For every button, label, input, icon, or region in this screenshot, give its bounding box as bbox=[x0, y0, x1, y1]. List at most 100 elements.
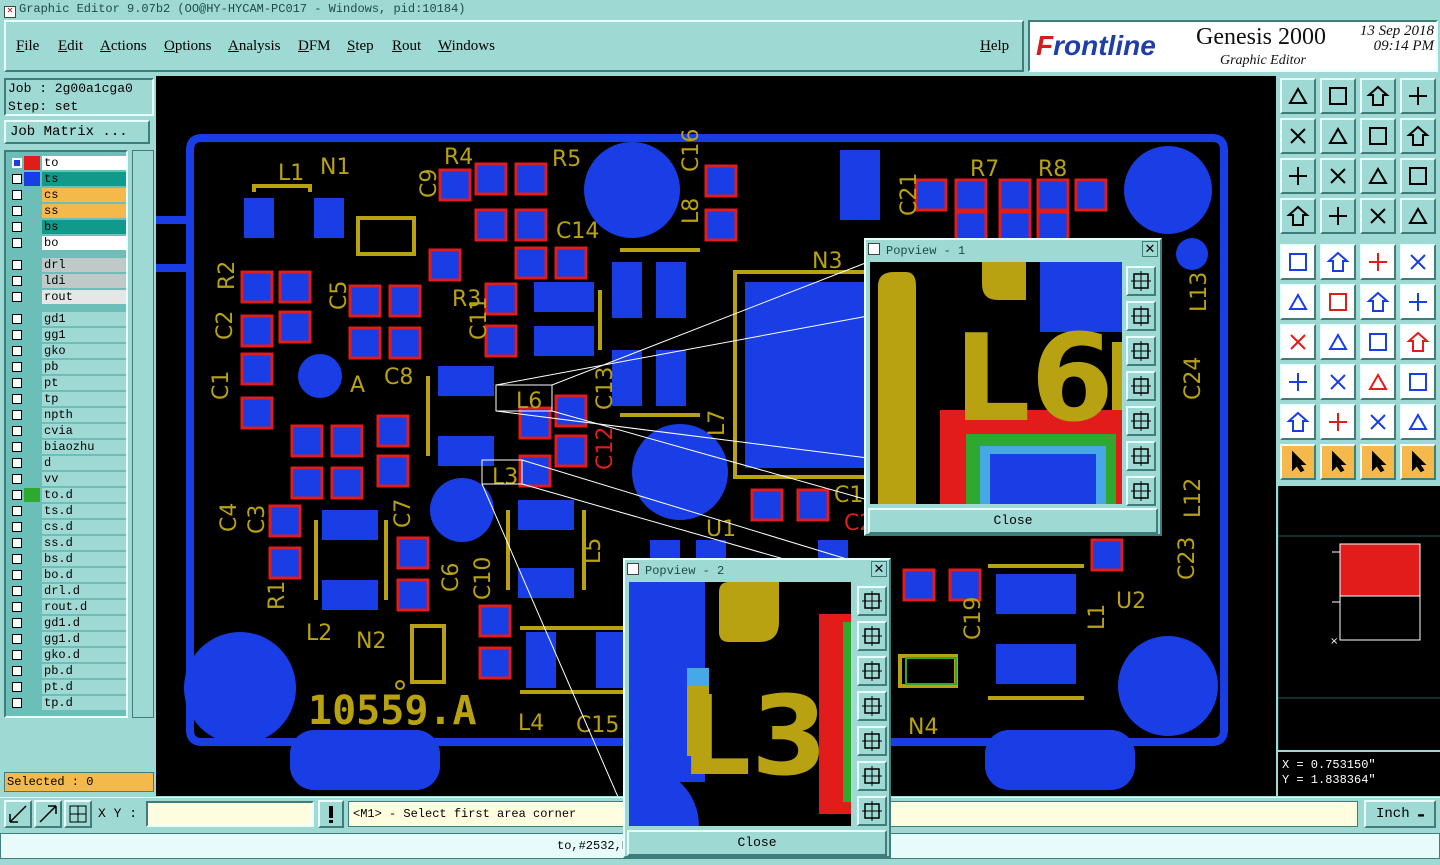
layer-checkbox[interactable] bbox=[12, 222, 22, 232]
layer-checkbox[interactable] bbox=[12, 330, 22, 340]
pan-left-button[interactable] bbox=[857, 691, 887, 721]
layer-checkbox[interactable] bbox=[12, 260, 22, 270]
menu-dfm[interactable]: DFM bbox=[298, 38, 331, 55]
layer-row-cvia[interactable]: cvia bbox=[8, 424, 126, 438]
line-add-button[interactable] bbox=[1320, 364, 1356, 400]
layer-checkbox[interactable] bbox=[12, 314, 22, 324]
layer-checkbox[interactable] bbox=[12, 362, 22, 372]
layer-row-pb-d[interactable]: pb.d bbox=[8, 664, 126, 678]
layer-row-gko-d[interactable]: gko.d bbox=[8, 648, 126, 662]
layer-checkbox[interactable] bbox=[12, 650, 22, 660]
select-box-button[interactable] bbox=[1400, 244, 1436, 280]
scale-1-2-button[interactable] bbox=[1360, 158, 1396, 194]
job-matrix-button[interactable]: Job Matrix ... bbox=[4, 120, 150, 144]
layer-color-swatch[interactable] bbox=[24, 312, 40, 326]
menu-file[interactable]: File bbox=[16, 38, 39, 55]
arch-button[interactable] bbox=[1360, 404, 1396, 440]
layer-checkbox[interactable] bbox=[12, 458, 22, 468]
zoom-out-button[interactable] bbox=[1320, 158, 1356, 194]
layer-color-swatch[interactable] bbox=[24, 632, 40, 646]
layer-checkbox[interactable] bbox=[12, 474, 22, 484]
layer-row-cs[interactable]: cs bbox=[8, 188, 126, 202]
zoom-in-button[interactable] bbox=[1280, 158, 1316, 194]
layer-checkbox[interactable] bbox=[12, 158, 22, 168]
layer-checkbox[interactable] bbox=[12, 506, 22, 516]
grid-button[interactable] bbox=[64, 800, 92, 828]
unit-selector[interactable]: Inch ▬ bbox=[1364, 800, 1436, 828]
layer-row-rout[interactable]: rout bbox=[8, 290, 126, 304]
window-split-button[interactable] bbox=[1400, 78, 1436, 114]
layer-checkbox[interactable] bbox=[12, 426, 22, 436]
layer-row-ldi[interactable]: ldi bbox=[8, 274, 126, 288]
angle-button[interactable] bbox=[1280, 324, 1316, 360]
layer-checkbox[interactable] bbox=[12, 276, 22, 286]
xy-input[interactable] bbox=[146, 801, 314, 827]
cross-button[interactable] bbox=[1320, 284, 1356, 320]
undo-arc-button[interactable] bbox=[1360, 324, 1396, 360]
measure-button[interactable] bbox=[1280, 198, 1316, 234]
layer-color-swatch[interactable] bbox=[24, 616, 40, 630]
layer-color-swatch[interactable] bbox=[24, 568, 40, 582]
triangle-alt-button[interactable] bbox=[1320, 404, 1356, 440]
group-button[interactable] bbox=[1400, 364, 1436, 400]
layer-checkbox[interactable] bbox=[12, 292, 22, 302]
layer-color-swatch[interactable] bbox=[24, 664, 40, 678]
layer-color-swatch[interactable] bbox=[24, 600, 40, 614]
layer-row-gd1[interactable]: gd1 bbox=[8, 312, 126, 326]
layer-checkbox[interactable] bbox=[12, 666, 22, 676]
layer-color-swatch[interactable] bbox=[24, 204, 40, 218]
layer-color-swatch[interactable] bbox=[24, 440, 40, 454]
menu-windows[interactable]: Windows bbox=[438, 38, 495, 55]
arch-alt-button[interactable] bbox=[1400, 404, 1436, 440]
layer-color-swatch[interactable] bbox=[24, 552, 40, 566]
draw-line-button[interactable] bbox=[1320, 244, 1356, 280]
layer-color-swatch[interactable] bbox=[24, 520, 40, 534]
layer-color-swatch[interactable] bbox=[24, 680, 40, 694]
zoom-window-button[interactable] bbox=[857, 586, 887, 616]
zoom-window-button[interactable] bbox=[1126, 266, 1156, 296]
menu-help[interactable]: Help bbox=[980, 38, 1009, 55]
menu-analysis[interactable]: Analysis bbox=[228, 38, 281, 55]
layer-color-swatch[interactable] bbox=[24, 696, 40, 710]
pan-right-button[interactable] bbox=[857, 726, 887, 756]
layer-row-drl[interactable]: drl bbox=[8, 258, 126, 272]
layer-row-bo-d[interactable]: bo.d bbox=[8, 568, 126, 582]
layer-color-swatch[interactable] bbox=[24, 376, 40, 390]
layer-row-to-d[interactable]: to.d bbox=[8, 488, 126, 502]
layer-checkbox[interactable] bbox=[12, 554, 22, 564]
layer-scrollbar[interactable] bbox=[132, 150, 154, 718]
layer-row-bs[interactable]: bs bbox=[8, 220, 126, 234]
layer-color-swatch[interactable] bbox=[24, 392, 40, 406]
layer-checkbox[interactable] bbox=[12, 634, 22, 644]
layer-checkbox[interactable] bbox=[12, 442, 22, 452]
layer-row-to[interactable]: to bbox=[8, 156, 126, 170]
layer-color-swatch[interactable] bbox=[24, 472, 40, 486]
menu-options[interactable]: Options bbox=[164, 38, 212, 55]
layer-row-ss[interactable]: ss bbox=[8, 204, 126, 218]
layer-color-swatch[interactable] bbox=[24, 504, 40, 518]
zoom-in-button[interactable] bbox=[857, 761, 887, 791]
slash-button[interactable] bbox=[1320, 324, 1356, 360]
layer-row-drl-d[interactable]: drl.d bbox=[8, 584, 126, 598]
zoom-home-button[interactable] bbox=[1280, 78, 1316, 114]
pan-up-button[interactable] bbox=[1126, 301, 1156, 331]
layer-color-swatch[interactable] bbox=[24, 648, 40, 662]
layer-color-swatch[interactable] bbox=[24, 456, 40, 470]
layer-row-cs-d[interactable]: cs.d bbox=[8, 520, 126, 534]
zoom-fit-button[interactable] bbox=[1320, 78, 1356, 114]
menu-step[interactable]: Step bbox=[347, 38, 374, 55]
pan-left-button[interactable] bbox=[1126, 371, 1156, 401]
menu-edit[interactable]: Edit bbox=[58, 38, 83, 55]
layer-row-pb[interactable]: pb bbox=[8, 360, 126, 374]
layer-row-biaozhu[interactable]: biaozhu bbox=[8, 440, 126, 454]
layer-row-ts[interactable]: ts bbox=[8, 172, 126, 186]
zoom-out-button[interactable] bbox=[857, 796, 887, 826]
menu-actions[interactable]: Actions bbox=[100, 38, 147, 55]
layer-checkbox[interactable] bbox=[12, 602, 22, 612]
layer-checkbox[interactable] bbox=[12, 206, 22, 216]
layer-row-tp[interactable]: tp bbox=[8, 392, 126, 406]
layer-color-swatch[interactable] bbox=[24, 188, 40, 202]
ruler-button[interactable] bbox=[1360, 244, 1396, 280]
layer-row-ss-d[interactable]: ss.d bbox=[8, 536, 126, 550]
layer-checkbox[interactable] bbox=[12, 490, 22, 500]
